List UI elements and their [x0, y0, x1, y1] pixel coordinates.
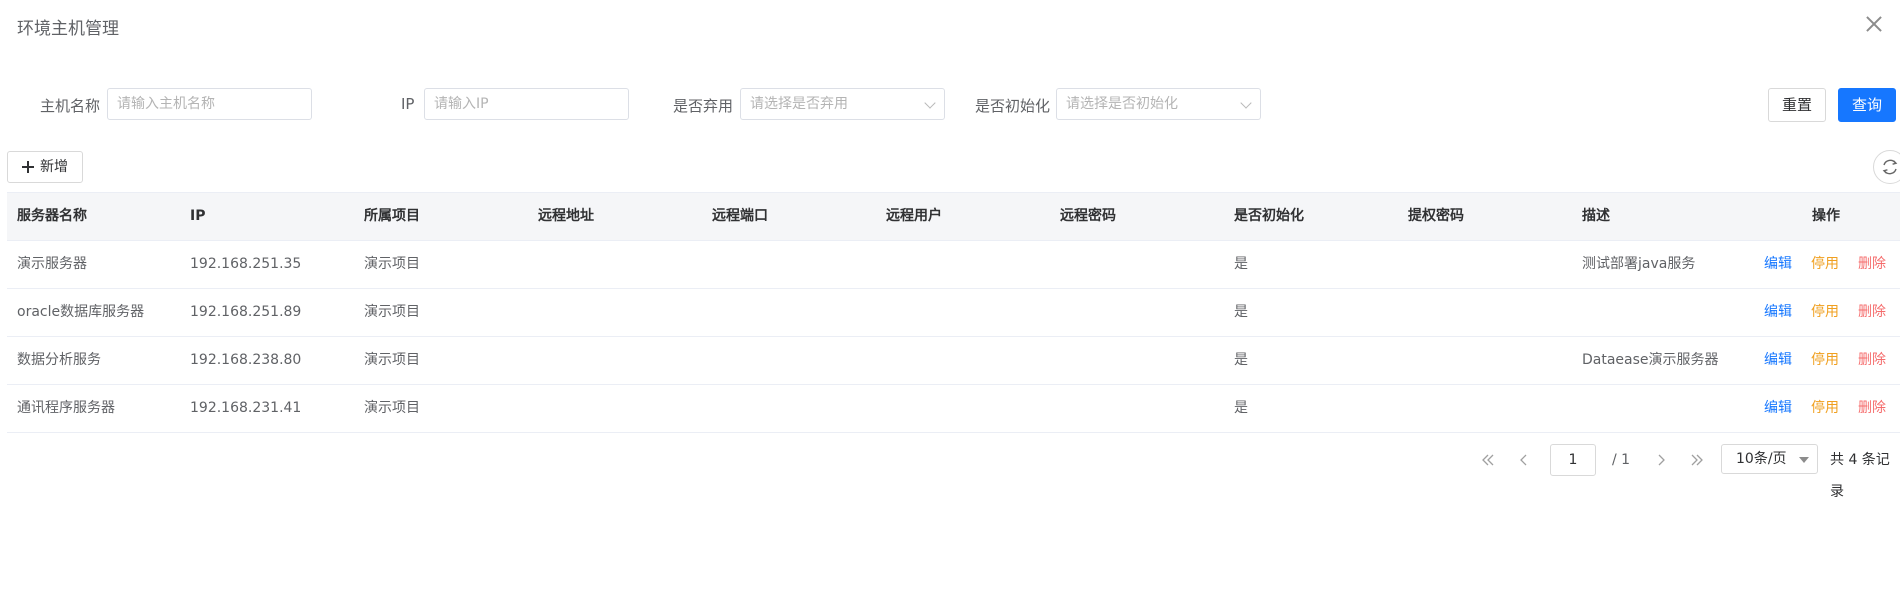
table-row: 通讯程序服务器 192.168.231.41 演示项目 是 编辑 停用 删除 — [7, 385, 1900, 433]
deprecated-label: 是否弃用 — [673, 97, 734, 115]
prev-page-icon[interactable] — [1510, 444, 1538, 476]
host-name-label: 主机名称 — [40, 97, 101, 115]
total-records: 共 4 条记录 — [1830, 452, 1890, 500]
last-page-icon[interactable] — [1683, 444, 1711, 476]
server-name-cell: 通讯程序服务器 — [17, 400, 115, 416]
project-cell: 演示项目 — [364, 352, 420, 368]
delete-link[interactable]: 删除 — [1858, 337, 1886, 384]
description-cell: 测试部署java服务 — [1582, 256, 1696, 272]
table-row: oracle数据库服务器 192.168.251.89 演示项目 是 编辑 停用… — [7, 289, 1900, 337]
query-button[interactable]: 查询 — [1838, 88, 1896, 122]
description-cell: Dataease演示服务器 — [1582, 352, 1719, 368]
disable-link[interactable]: 停用 — [1811, 337, 1839, 384]
ip-cell: 192.168.251.35 — [190, 256, 302, 272]
close-icon[interactable] — [1864, 14, 1884, 34]
col-remote-password: 远程密码 — [1060, 208, 1116, 224]
edit-link[interactable]: 编辑 — [1764, 337, 1792, 384]
disable-link[interactable]: 停用 — [1811, 241, 1839, 288]
initialized-cell: 是 — [1234, 304, 1248, 320]
table-header: 服务器名称 IP 所属项目 远程地址 远程端口 远程用户 远程密码 是否初始化 … — [7, 193, 1900, 241]
edit-link[interactable]: 编辑 — [1764, 385, 1792, 432]
dialog-title: 环境主机管理 — [17, 19, 119, 39]
col-ip: IP — [190, 208, 206, 224]
ip-input[interactable]: 请输入IP — [424, 88, 629, 120]
col-remote-user: 远程用户 — [886, 208, 942, 224]
first-page-icon[interactable] — [1474, 444, 1502, 476]
total-pages: / 1 — [1612, 452, 1631, 468]
col-project: 所属项目 — [364, 208, 420, 224]
add-button[interactable]: 新增 — [7, 151, 83, 183]
reset-button[interactable]: 重置 — [1768, 88, 1826, 122]
ip-cell: 192.168.251.89 — [190, 304, 302, 320]
ip-cell: 192.168.238.80 — [190, 352, 302, 368]
initialized-cell: 是 — [1234, 256, 1248, 272]
pagination: 1 / 1 10条/页 共 4 条记录 — [0, 444, 1900, 500]
delete-link[interactable]: 删除 — [1858, 289, 1886, 336]
add-button-label: 新增 — [40, 159, 68, 175]
caret-down-icon — [1799, 457, 1809, 463]
col-actions: 操作 — [1812, 208, 1840, 224]
refresh-icon[interactable] — [1873, 150, 1900, 184]
ip-label: IP — [401, 95, 415, 113]
initialized-cell: 是 — [1234, 352, 1248, 368]
next-page-icon[interactable] — [1647, 444, 1675, 476]
project-cell: 演示项目 — [364, 400, 420, 416]
page-size-select[interactable]: 10条/页 — [1721, 444, 1818, 474]
initialized-label: 是否初始化 — [975, 97, 1051, 115]
edit-link[interactable]: 编辑 — [1764, 241, 1792, 288]
initialized-select-placeholder: 请选择是否初始化 — [1066, 96, 1178, 112]
plus-icon — [22, 161, 34, 173]
disable-link[interactable]: 停用 — [1811, 289, 1839, 336]
deprecated-select[interactable]: 请选择是否弃用 — [740, 88, 945, 120]
deprecated-select-placeholder: 请选择是否弃用 — [750, 96, 848, 112]
col-remote-port: 远程端口 — [712, 208, 768, 224]
table-row: 数据分析服务 192.168.238.80 演示项目 是 Dataease演示服… — [7, 337, 1900, 385]
initialized-cell: 是 — [1234, 400, 1248, 416]
col-initialized: 是否初始化 — [1234, 208, 1304, 224]
col-description: 描述 — [1582, 208, 1610, 224]
ip-cell: 192.168.231.41 — [190, 400, 302, 416]
hosts-table: 服务器名称 IP 所属项目 远程地址 远程端口 远程用户 远程密码 是否初始化 … — [7, 192, 1900, 433]
col-server-name: 服务器名称 — [17, 208, 87, 224]
delete-link[interactable]: 删除 — [1858, 385, 1886, 432]
host-name-input[interactable]: 请输入主机名称 — [107, 88, 312, 120]
page-size-value: 10条/页 — [1736, 451, 1787, 467]
edit-link[interactable]: 编辑 — [1764, 289, 1792, 336]
server-name-cell: 演示服务器 — [17, 256, 87, 272]
server-name-cell: oracle数据库服务器 — [17, 304, 145, 320]
disable-link[interactable]: 停用 — [1811, 385, 1839, 432]
filter-bar: 主机名称 请输入主机名称 IP 请输入IP 是否弃用 请选择是否弃用 是否初始化… — [0, 88, 1900, 122]
page-number-input[interactable]: 1 — [1550, 444, 1596, 476]
col-sudo-password: 提权密码 — [1408, 208, 1464, 224]
project-cell: 演示项目 — [364, 256, 420, 272]
project-cell: 演示项目 — [364, 304, 420, 320]
chevron-down-icon — [1240, 97, 1252, 109]
server-name-cell: 数据分析服务 — [17, 352, 101, 368]
initialized-select[interactable]: 请选择是否初始化 — [1056, 88, 1261, 120]
delete-link[interactable]: 删除 — [1858, 241, 1886, 288]
chevron-down-icon — [924, 97, 936, 109]
table-row: 演示服务器 192.168.251.35 演示项目 是 测试部署java服务 编… — [7, 241, 1900, 289]
col-remote-address: 远程地址 — [538, 208, 594, 224]
